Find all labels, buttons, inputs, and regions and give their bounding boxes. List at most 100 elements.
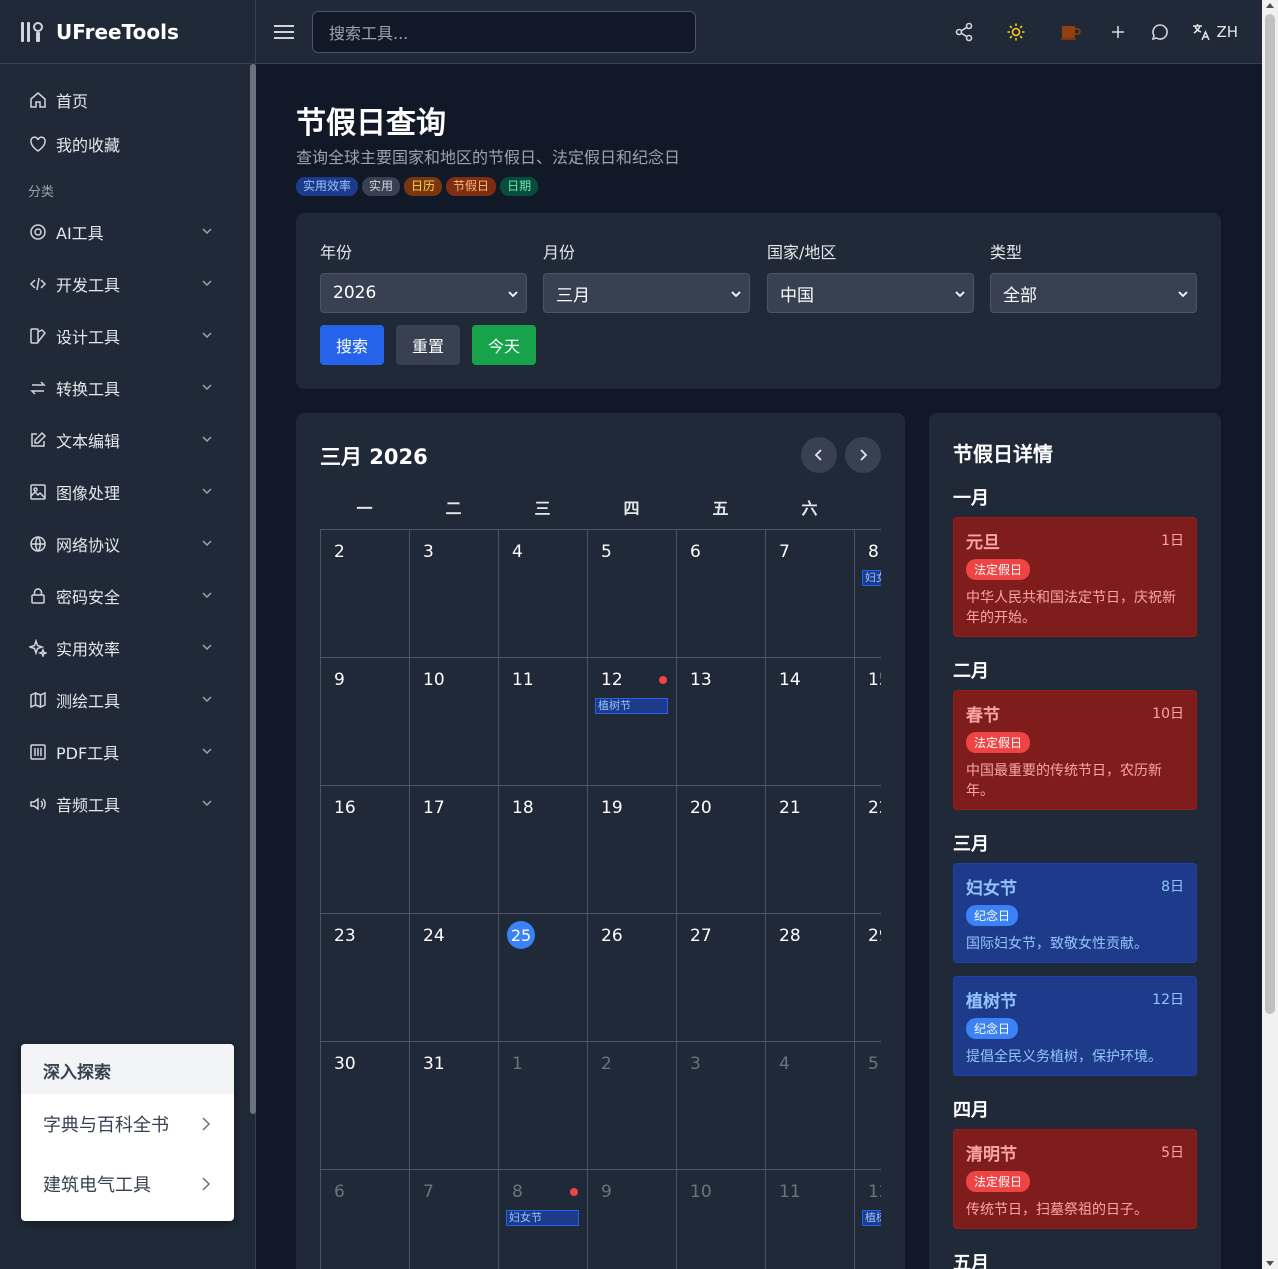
brand[interactable]: UFreeTools — [0, 0, 256, 64]
calendar-day-cell[interactable]: 3 — [409, 529, 498, 657]
calendar-day-cell[interactable]: 25 — [498, 913, 587, 1041]
sidebar-item-pdf[interactable]: PDF工具 — [28, 740, 218, 764]
sidebar-item-audio[interactable]: 音频工具 — [28, 792, 218, 816]
sidebar-item-image-processing[interactable]: 图像处理 — [28, 480, 218, 504]
calendar-event-chip[interactable]: 植树节 — [595, 698, 668, 714]
theme-toggle-button[interactable] — [990, 0, 1042, 64]
calendar-day-cell[interactable]: 2 — [320, 529, 409, 657]
sidebar-item-home[interactable]: 首页 — [28, 88, 218, 112]
explore-item-electrical[interactable]: 建筑电气工具 — [21, 1154, 234, 1214]
calendar-day-cell[interactable]: 21 — [765, 785, 854, 913]
page-scrollbar[interactable] — [1262, 0, 1278, 1269]
search-button[interactable]: 搜索 — [320, 325, 384, 365]
calendar-day-cell[interactable]: 9 — [320, 657, 409, 785]
holiday-card[interactable]: 春节 10日 法定假日 中国最重要的传统节日，农历新年。 — [953, 690, 1197, 810]
calendar-day-cell[interactable]: 8 妇女节 — [498, 1169, 587, 1269]
calendar-day-cell[interactable]: 27 — [676, 913, 765, 1041]
day-number: 21 — [779, 798, 801, 818]
calendar-day-cell[interactable]: 10 — [409, 657, 498, 785]
calendar-day-cell[interactable]: 3 — [676, 1041, 765, 1169]
country-select[interactable]: 中国 — [767, 273, 974, 313]
language-switcher[interactable]: ZH — [1182, 0, 1238, 64]
donate-coffee-button[interactable] — [1042, 0, 1098, 64]
calendar-day-cell[interactable]: 1 — [498, 1041, 587, 1169]
calendar-day-cell[interactable]: 12 植树节 — [854, 1169, 881, 1269]
calendar-day-cell[interactable]: 14 — [765, 657, 854, 785]
calendar-day-cell[interactable]: 18 — [498, 785, 587, 913]
scrollbar-thumb[interactable] — [1265, 14, 1275, 1014]
menu-toggle-button[interactable] — [256, 0, 312, 64]
sidebar-item-ai-tools[interactable]: AI工具 — [28, 220, 218, 244]
holiday-card[interactable]: 清明节 5日 法定假日 传统节日，扫墓祭祖的日子。 — [953, 1129, 1197, 1229]
calendar-day-cell[interactable]: 15 — [854, 657, 881, 785]
calendar-day-cell[interactable]: 16 — [320, 785, 409, 913]
calendar-day-cell[interactable]: 17 — [409, 785, 498, 913]
chevron-down-icon — [731, 291, 741, 298]
calendar-day-cell[interactable]: 5 — [587, 529, 676, 657]
share-button[interactable] — [938, 0, 990, 64]
month-select[interactable]: 三月 — [543, 273, 750, 313]
calendar-event-chip[interactable]: 妇女节 — [862, 570, 881, 586]
feedback-button[interactable] — [1138, 0, 1182, 64]
calendar-day-cell[interactable]: 9 — [587, 1169, 676, 1269]
calendar-day-cell[interactable]: 23 — [320, 913, 409, 1041]
tag[interactable]: 实用效率 — [296, 177, 359, 196]
sidebar-item-security[interactable]: 密码安全 — [28, 584, 218, 608]
holiday-card[interactable]: 元旦 1日 法定假日 中华人民共和国法定节日，庆祝新年的开始。 — [953, 517, 1197, 637]
calendar-day-cell[interactable]: 2 — [587, 1041, 676, 1169]
sidebar-item-favorites[interactable]: 我的收藏 — [28, 132, 218, 156]
sidebar-item-convert-tools[interactable]: 转换工具 — [28, 376, 218, 400]
sidebar-item-surveying[interactable]: 测绘工具 — [28, 688, 218, 712]
sidebar-item-design-tools[interactable]: 设计工具 — [28, 324, 218, 348]
add-button[interactable] — [1098, 0, 1138, 64]
calendar-event-chip[interactable]: 妇女节 — [506, 1210, 579, 1226]
holiday-card[interactable]: 妇女节 8日 纪念日 国际妇女节，致敬女性贡献。 — [953, 863, 1197, 963]
home-icon — [28, 90, 48, 110]
today-button[interactable]: 今天 — [472, 325, 536, 365]
calendar-day-cell[interactable]: 28 — [765, 913, 854, 1041]
calendar-event-chip[interactable]: 植树节 — [862, 1210, 881, 1226]
explore-item-dictionary[interactable]: 字典与百科全书 — [21, 1094, 234, 1154]
calendar-day-cell[interactable]: 4 — [498, 529, 587, 657]
scroll-down-arrow-icon[interactable] — [1266, 1261, 1274, 1266]
calendar-day-cell[interactable]: 6 — [676, 529, 765, 657]
year-select[interactable]: 2026 — [320, 273, 527, 313]
calendar-day-cell[interactable]: 11 — [498, 657, 587, 785]
calendar-day-cell[interactable]: 24 — [409, 913, 498, 1041]
calendar-day-cell[interactable]: 4 — [765, 1041, 854, 1169]
holiday-card[interactable]: 植树节 12日 纪念日 提倡全民义务植树，保护环境。 — [953, 976, 1197, 1076]
calendar-day-cell[interactable]: 29 — [854, 913, 881, 1041]
calendar-day-cell[interactable]: 31 — [409, 1041, 498, 1169]
prev-month-button[interactable] — [801, 437, 837, 473]
type-select[interactable]: 全部 — [990, 273, 1197, 313]
calendar-day-cell[interactable]: 5 — [854, 1041, 881, 1169]
calendar-day-cell[interactable]: 19 — [587, 785, 676, 913]
calendar-day-cell[interactable]: 20 — [676, 785, 765, 913]
reset-button[interactable]: 重置 — [396, 325, 460, 365]
next-month-button[interactable] — [845, 437, 881, 473]
tag[interactable]: 节假日 — [446, 177, 497, 196]
sidebar-item-text-edit[interactable]: 文本编辑 — [28, 428, 218, 452]
calendar-day-cell[interactable]: 11 — [765, 1169, 854, 1269]
calendar-day-cell[interactable]: 30 — [320, 1041, 409, 1169]
calendar-day-cell[interactable]: 13 — [676, 657, 765, 785]
calendar-day-cell[interactable]: 12 植树节 — [587, 657, 676, 785]
tag[interactable]: 日历 — [404, 177, 443, 196]
calendar-day-cell[interactable]: 10 — [676, 1169, 765, 1269]
tag[interactable]: 实用 — [362, 177, 401, 196]
calendar-day-cell[interactable]: 7 — [765, 529, 854, 657]
calendar-day-cell[interactable]: 22 — [854, 785, 881, 913]
scroll-up-arrow-icon[interactable] — [1266, 3, 1274, 8]
lock-icon — [28, 586, 48, 606]
calendar-day-cell[interactable]: 6 — [320, 1169, 409, 1269]
calendar-day-cell[interactable]: 26 — [587, 913, 676, 1041]
type-label: 类型 — [990, 243, 1023, 262]
sidebar-item-network[interactable]: 网络协议 — [28, 532, 218, 556]
search-input[interactable]: 搜索工具... — [312, 10, 696, 53]
sidebar-item-productivity[interactable]: 实用效率 — [28, 636, 218, 660]
calendar-day-cell[interactable]: 8 妇女节 — [854, 529, 881, 657]
month-label: 月份 — [543, 243, 576, 262]
sidebar-item-dev-tools[interactable]: 开发工具 — [28, 272, 218, 296]
tag[interactable]: 日期 — [500, 177, 539, 196]
calendar-day-cell[interactable]: 7 — [409, 1169, 498, 1269]
